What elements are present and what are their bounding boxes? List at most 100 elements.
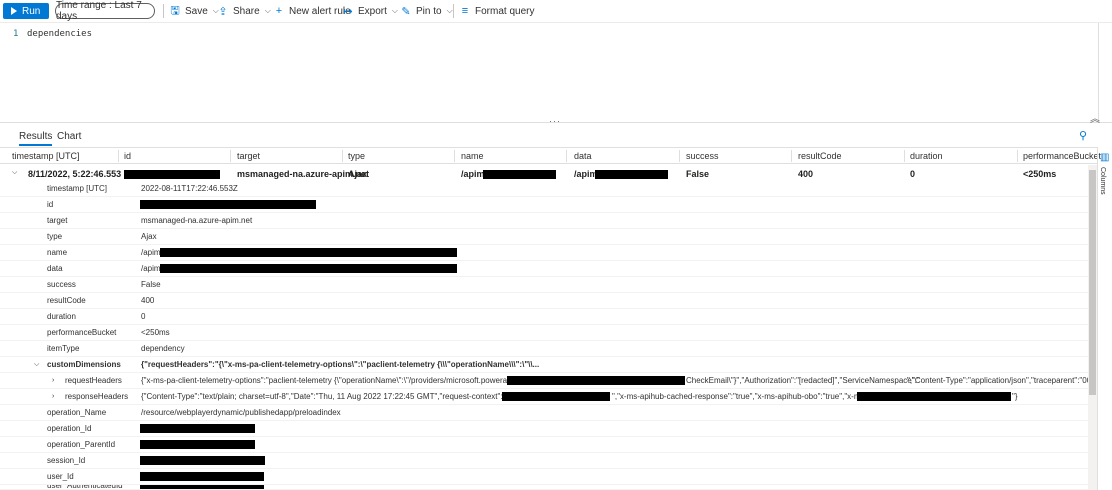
detail-key: success [47, 280, 76, 289]
column-header[interactable]: id [124, 151, 131, 161]
pin-label: Pin to [416, 5, 442, 17]
column-divider[interactable] [230, 150, 231, 162]
chevron-down-icon: ⌵ [446, 6, 453, 15]
save-button[interactable]: 🖫 Save ⌵ [170, 3, 219, 19]
detail-key: id [47, 200, 54, 209]
redaction-block [124, 170, 220, 179]
column-divider[interactable] [791, 150, 792, 162]
chevron-down-icon[interactable]: ⌵ [34, 361, 39, 369]
save-label: Save [185, 5, 208, 17]
line-number: 1 [13, 29, 19, 39]
column-header[interactable]: target [237, 151, 260, 161]
table-row[interactable]: ⌵ 8/11/2022, 5:22:46.553 PM msmanaged-na… [0, 165, 1097, 182]
detail-row: operation_Id [0, 421, 1097, 437]
detail-value: dependency [141, 344, 185, 353]
cell-performance-bucket: <250ms [1023, 169, 1057, 179]
detail-row[interactable]: › responseHeaders {"Content-Type":"text/… [0, 389, 1097, 405]
redaction-block [140, 424, 255, 433]
pin-icon: ✎ [401, 5, 411, 18]
column-divider[interactable] [904, 150, 905, 162]
new-alert-rule-button[interactable]: + New alert rule [274, 3, 351, 19]
detail-key: operation_Id [47, 424, 92, 433]
detail-value: {"requestHeaders":"{\"x-ms-pa-client-tel… [141, 360, 540, 369]
column-header[interactable]: timestamp [UTC] [12, 151, 80, 161]
column-header[interactable]: resultCode [798, 151, 842, 161]
share-button[interactable]: ⇪ Share ⌵ [218, 3, 271, 19]
run-button[interactable]: Run [3, 3, 49, 19]
chevron-down-icon: ⌵ [264, 6, 271, 15]
toolbar-divider [453, 4, 454, 18]
detail-key: session_Id [47, 456, 86, 465]
column-divider[interactable] [679, 150, 680, 162]
detail-key: customDimensions [47, 360, 121, 369]
column-header[interactable]: type [348, 151, 365, 161]
redaction-block [160, 248, 457, 257]
detail-value: {"Content-Type":"text/plain; charset=utf… [141, 392, 547, 401]
redaction-block [857, 392, 1011, 401]
detail-row: success False [0, 277, 1097, 293]
column-divider[interactable] [1017, 150, 1018, 162]
detail-row: session_Id [0, 453, 1097, 469]
column-header[interactable]: performanceBucket [1023, 151, 1101, 161]
detail-row: data /apim/ [0, 261, 1097, 277]
detail-key: performanceBucket [47, 328, 117, 337]
collapse-icon[interactable]: ︽ [1090, 110, 1100, 125]
detail-row: target msmanaged-na.azure-apim.net [0, 213, 1097, 229]
detail-row: timestamp [UTC] 2022-08-11T17:22:46.553Z [0, 181, 1097, 197]
detail-row[interactable]: › requestHeaders {"x-ms-pa-client-teleme… [0, 373, 1098, 389]
play-icon [11, 7, 17, 15]
cell-duration: 0 [910, 169, 916, 179]
tab-results[interactable]: Results [19, 131, 53, 146]
redaction-block [507, 376, 685, 385]
redaction-block [140, 456, 265, 465]
column-divider[interactable] [454, 150, 455, 162]
detail-row: itemType dependency [0, 341, 1097, 357]
detail-key: data [47, 264, 63, 273]
detail-key: timestamp [UTC] [47, 184, 108, 193]
scrollbar-thumb[interactable] [1089, 170, 1096, 395]
time-range-picker[interactable]: Time range : Last 7 days [55, 0, 155, 22]
detail-key: responseHeaders [65, 392, 129, 401]
share-label: Share [233, 5, 260, 17]
column-divider[interactable] [118, 150, 119, 162]
search-icon[interactable]: ⚲ [1079, 129, 1087, 142]
export-button[interactable]: ↦ Export ⌵ [343, 3, 398, 19]
detail-value: Ajax [141, 232, 157, 241]
drag-handle-icon[interactable]: ··· [549, 116, 561, 126]
column-header[interactable]: duration [910, 151, 943, 161]
query-editor[interactable]: 1 dependencies [0, 22, 1112, 123]
chevron-right-icon[interactable]: › [52, 377, 54, 384]
detail-key: target [47, 216, 68, 225]
pin-to-button[interactable]: ✎ Pin to ⌵ [401, 3, 453, 19]
redaction-block [140, 200, 316, 209]
column-divider[interactable] [342, 150, 343, 162]
chevron-down-icon[interactable]: ⌵ [12, 169, 17, 177]
editor-scrollbar[interactable] [1098, 23, 1112, 123]
column-header[interactable]: success [686, 151, 719, 161]
chevron-right-icon[interactable]: › [52, 393, 54, 400]
column-header[interactable]: data [574, 151, 592, 161]
detail-key: user_AuthenticatedId [47, 485, 123, 490]
new-alert-label: New alert rule [289, 5, 351, 17]
detail-value-continued: CheckEmail\"}","Authorization":"[redacte… [686, 376, 920, 385]
share-icon: ⇪ [218, 5, 228, 18]
tab-chart[interactable]: Chart [57, 131, 81, 142]
detail-value: 400 [141, 296, 155, 305]
columns-icon[interactable]: ▥ [1100, 152, 1109, 163]
detail-row: user_Id [0, 469, 1097, 485]
redaction-block [140, 440, 255, 449]
detail-key: itemType [47, 344, 80, 353]
detail-key: duration [47, 312, 76, 321]
detail-row[interactable]: ⌵ customDimensions {"requestHeaders":"{\… [0, 357, 1097, 373]
column-header[interactable]: name [461, 151, 484, 161]
redaction-block [140, 485, 264, 489]
columns-label[interactable]: Columns [1099, 167, 1106, 195]
format-query-button[interactable]: ≡ Format query [460, 3, 535, 19]
cell-timestamp: 8/11/2022, 5:22:46.553 PM [28, 169, 138, 179]
columns-panel-toggle[interactable] [1097, 147, 1112, 490]
detail-row: type Ajax [0, 229, 1097, 245]
detail-value: False [141, 280, 161, 289]
column-divider[interactable] [566, 150, 567, 162]
detail-row: resultCode 400 [0, 293, 1097, 309]
query-text[interactable]: dependencies [27, 29, 92, 39]
